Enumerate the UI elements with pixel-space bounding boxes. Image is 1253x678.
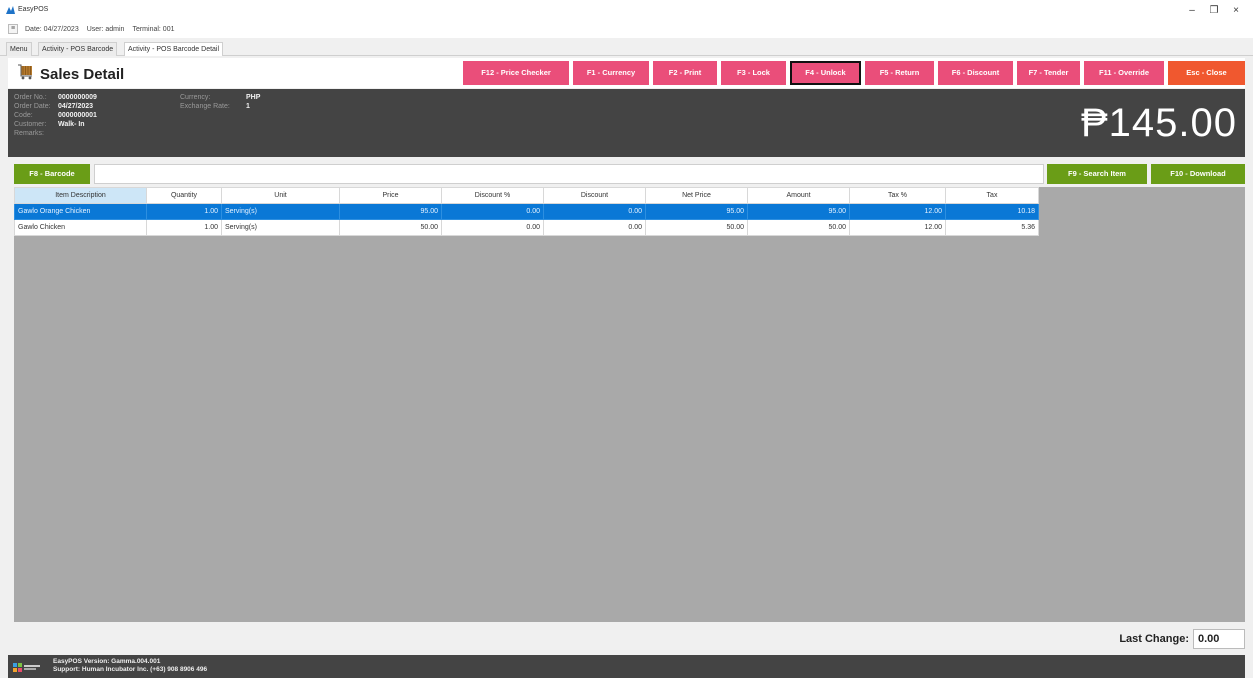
shopping-cart-icon (18, 64, 32, 80)
discount-button[interactable]: F6 - Discount (938, 61, 1013, 85)
footer-info: EasyPOS Version: Gamma.004.001 Support: … (53, 658, 207, 674)
session-date: Date: 04/27/2023 (25, 25, 79, 33)
net-price-cell[interactable]: 95.00 (645, 203, 748, 220)
title-bar: EasyPOS ≡ Date: 04/27/2023 User: admin T… (0, 0, 1253, 38)
table-row[interactable]: Gawlo Orange Chicken 1.00 Serving(s) 95.… (14, 203, 1039, 220)
order-no-label: Order No.: (14, 94, 47, 101)
quantity-cell[interactable]: 1.00 (146, 203, 222, 220)
column-header[interactable]: Price (339, 187, 442, 204)
discount-cell[interactable]: 0.00 (543, 219, 646, 236)
discount-percent-cell[interactable]: 0.00 (441, 203, 544, 220)
sales-grid[interactable]: Item Description Quantity Unit Price Dis… (14, 187, 1245, 622)
session-user: User: admin (86, 25, 125, 33)
net-price-cell[interactable]: 50.00 (645, 219, 748, 236)
tax-cell[interactable]: 5.36 (945, 219, 1039, 236)
order-date-value: 04/27/2023 (58, 103, 94, 110)
footer-bar: EasyPOS Version: Gamma.004.001 Support: … (8, 655, 1245, 678)
tax-percent-cell[interactable]: 12.00 (849, 203, 946, 220)
column-header[interactable]: Net Price (645, 187, 748, 204)
column-header[interactable]: Amount (747, 187, 850, 204)
unit-cell[interactable]: Serving(s) (221, 203, 340, 220)
column-header[interactable]: Item Description (14, 187, 147, 204)
page-header: Sales Detail F12 - Price Checker F1 - Cu… (8, 58, 1245, 88)
item-description-cell[interactable]: Gawlo Chicken (14, 219, 147, 236)
page-title: Sales Detail (40, 66, 125, 83)
order-date-row: Order Date: 04/27/2023 (14, 102, 93, 111)
search-item-button[interactable]: F9 - Search Item (1047, 164, 1147, 184)
currency-value: PHP (246, 94, 261, 101)
table-row[interactable]: Gawlo Chicken 1.00 Serving(s) 50.00 0.00… (14, 219, 1039, 236)
column-header[interactable]: Unit (221, 187, 340, 204)
code-row: Code: 0000000001 (14, 111, 97, 120)
tax-percent-cell[interactable]: 12.00 (849, 219, 946, 236)
last-change: Last Change: 0.00 (1119, 629, 1245, 649)
price-cell[interactable]: 50.00 (339, 219, 442, 236)
session-bar: ≡ Date: 04/27/2023 User: admin Terminal:… (8, 24, 178, 34)
amount-cell[interactable]: 50.00 (747, 219, 850, 236)
exchange-rate-label: Exchange Rate: (180, 103, 230, 110)
tax-cell[interactable]: 10.18 (945, 203, 1039, 220)
column-header[interactable]: Discount % (441, 187, 544, 204)
tab-menu[interactable]: Menu (6, 42, 32, 56)
total-amount: ₱145.00 (1080, 101, 1237, 145)
customer-label: Customer: (14, 121, 47, 128)
download-button[interactable]: F10 - Download (1151, 164, 1245, 184)
discount-percent-cell[interactable]: 0.00 (441, 219, 544, 236)
amount-cell[interactable]: 95.00 (747, 203, 850, 220)
item-description-cell[interactable]: Gawlo Orange Chicken (14, 203, 147, 220)
remarks-row: Remarks: (14, 129, 44, 138)
version-text: EasyPOS Version: Gamma.004.001 (53, 658, 161, 665)
return-button[interactable]: F5 - Return (865, 61, 934, 85)
column-header[interactable]: Quantity (146, 187, 222, 204)
unlock-button[interactable]: F4 - Unlock (790, 61, 861, 85)
currency-row: Currency: PHP (180, 93, 260, 102)
app-name: EasyPOS (18, 6, 49, 13)
barcode-input[interactable] (94, 164, 1044, 184)
last-change-value: 0.00 (1193, 629, 1245, 649)
last-change-label: Last Change: (1119, 633, 1189, 645)
discount-cell[interactable]: 0.00 (543, 203, 646, 220)
tab-pos-barcode-detail[interactable]: Activity - POS Barcode Detail (124, 42, 224, 56)
order-no-row: Order No.: 0000000009 (14, 93, 97, 102)
unit-cell[interactable]: Serving(s) (221, 219, 340, 236)
override-button[interactable]: F11 - Override (1084, 61, 1164, 85)
currency-label: Currency: (180, 94, 211, 101)
window-controls: – ❐ × (1181, 4, 1247, 18)
price-cell[interactable]: 95.00 (339, 203, 442, 220)
session-terminal: Terminal: 001 (132, 25, 175, 33)
barcode-button[interactable]: F8 - Barcode (14, 164, 90, 184)
currency-button[interactable]: F1 - Currency (573, 61, 649, 85)
order-info-panel: Order No.: 0000000009 Order Date: 04/27/20… (8, 89, 1245, 157)
menu-icon[interactable]: ≡ (8, 24, 18, 34)
action-bar: F8 - Barcode F9 - Search Item F10 - Down… (8, 162, 1245, 186)
minimize-button[interactable]: – (1181, 4, 1203, 18)
close-window-button[interactable]: × (1225, 4, 1247, 18)
company-logo-icon (13, 663, 40, 672)
lock-button[interactable]: F3 - Lock (721, 61, 786, 85)
column-header[interactable]: Tax (945, 187, 1039, 204)
order-date-label: Order Date: (14, 103, 51, 110)
table-header-row: Item Description Quantity Unit Price Dis… (14, 187, 1039, 204)
tab-pos-barcode[interactable]: Activity - POS Barcode (38, 42, 118, 56)
sales-table: Item Description Quantity Unit Price Dis… (14, 187, 1039, 236)
code-value: 0000000001 (58, 112, 97, 119)
print-button[interactable]: F2 - Print (653, 61, 717, 85)
support-text: Support: Human Incubator Inc. (+63) 908 … (53, 666, 208, 673)
price-checker-button[interactable]: F12 - Price Checker (463, 61, 569, 85)
customer-value: Walk- In (58, 121, 85, 128)
restore-button[interactable]: ❐ (1203, 4, 1225, 18)
customer-row: Customer: Walk- In (14, 120, 85, 129)
order-no-value: 0000000009 (58, 94, 97, 101)
column-header[interactable]: Tax % (849, 187, 946, 204)
code-label: Code: (14, 112, 33, 119)
app-logo-icon (6, 6, 15, 14)
column-header[interactable]: Discount (543, 187, 646, 204)
close-button[interactable]: Esc - Close (1168, 61, 1245, 85)
tender-button[interactable]: F7 - Tender (1017, 61, 1080, 85)
exchange-rate-value: 1 (246, 103, 250, 110)
remarks-label: Remarks: (14, 130, 44, 137)
exchange-rate-row: Exchange Rate: 1 (180, 102, 250, 111)
tab-bar: Menu Activity - POS Barcode Activity - P… (0, 40, 1253, 56)
quantity-cell[interactable]: 1.00 (146, 219, 222, 236)
